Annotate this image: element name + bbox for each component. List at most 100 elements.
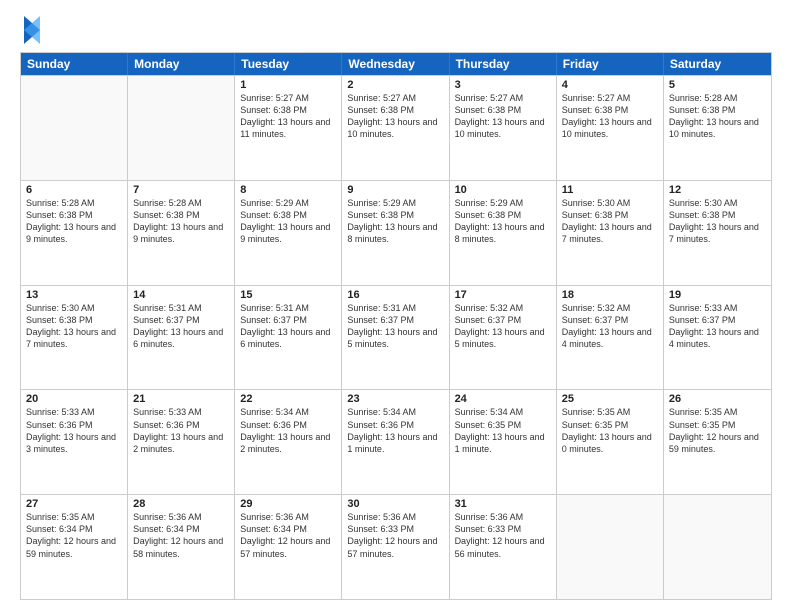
calendar-day-21: 21Sunrise: 5:33 AM Sunset: 6:36 PM Dayli… (128, 390, 235, 494)
calendar-day-29: 29Sunrise: 5:36 AM Sunset: 6:34 PM Dayli… (235, 495, 342, 599)
day-number: 26 (669, 393, 766, 405)
calendar-day-26: 26Sunrise: 5:35 AM Sunset: 6:35 PM Dayli… (664, 390, 771, 494)
calendar-day-7: 7Sunrise: 5:28 AM Sunset: 6:38 PM Daylig… (128, 181, 235, 285)
calendar-day-16: 16Sunrise: 5:31 AM Sunset: 6:37 PM Dayli… (342, 286, 449, 390)
day-info: Sunrise: 5:30 AM Sunset: 6:38 PM Dayligh… (26, 302, 122, 351)
calendar-day-24: 24Sunrise: 5:34 AM Sunset: 6:35 PM Dayli… (450, 390, 557, 494)
day-info: Sunrise: 5:27 AM Sunset: 6:38 PM Dayligh… (562, 92, 658, 141)
calendar-day-empty (21, 76, 128, 180)
calendar-day-30: 30Sunrise: 5:36 AM Sunset: 6:33 PM Dayli… (342, 495, 449, 599)
calendar-day-18: 18Sunrise: 5:32 AM Sunset: 6:37 PM Dayli… (557, 286, 664, 390)
calendar-week-5: 27Sunrise: 5:35 AM Sunset: 6:34 PM Dayli… (21, 494, 771, 599)
calendar-day-11: 11Sunrise: 5:30 AM Sunset: 6:38 PM Dayli… (557, 181, 664, 285)
calendar-day-19: 19Sunrise: 5:33 AM Sunset: 6:37 PM Dayli… (664, 286, 771, 390)
day-info: Sunrise: 5:32 AM Sunset: 6:37 PM Dayligh… (562, 302, 658, 351)
day-info: Sunrise: 5:29 AM Sunset: 6:38 PM Dayligh… (347, 197, 443, 246)
day-number: 12 (669, 184, 766, 196)
day-number: 31 (455, 498, 551, 510)
day-info: Sunrise: 5:32 AM Sunset: 6:37 PM Dayligh… (455, 302, 551, 351)
day-number: 15 (240, 289, 336, 301)
day-info: Sunrise: 5:34 AM Sunset: 6:36 PM Dayligh… (347, 406, 443, 455)
day-number: 19 (669, 289, 766, 301)
day-info: Sunrise: 5:27 AM Sunset: 6:38 PM Dayligh… (347, 92, 443, 141)
day-number: 10 (455, 184, 551, 196)
day-info: Sunrise: 5:35 AM Sunset: 6:35 PM Dayligh… (669, 406, 766, 455)
day-info: Sunrise: 5:33 AM Sunset: 6:36 PM Dayligh… (26, 406, 122, 455)
day-number: 25 (562, 393, 658, 405)
calendar-day-23: 23Sunrise: 5:34 AM Sunset: 6:36 PM Dayli… (342, 390, 449, 494)
calendar-day-1: 1Sunrise: 5:27 AM Sunset: 6:38 PM Daylig… (235, 76, 342, 180)
day-info: Sunrise: 5:33 AM Sunset: 6:37 PM Dayligh… (669, 302, 766, 351)
header-day-sunday: Sunday (21, 53, 128, 75)
day-number: 3 (455, 79, 551, 91)
day-number: 23 (347, 393, 443, 405)
day-number: 6 (26, 184, 122, 196)
day-info: Sunrise: 5:28 AM Sunset: 6:38 PM Dayligh… (669, 92, 766, 141)
day-number: 16 (347, 289, 443, 301)
calendar-week-4: 20Sunrise: 5:33 AM Sunset: 6:36 PM Dayli… (21, 389, 771, 494)
day-info: Sunrise: 5:36 AM Sunset: 6:34 PM Dayligh… (240, 511, 336, 560)
calendar-day-empty (557, 495, 664, 599)
calendar-day-12: 12Sunrise: 5:30 AM Sunset: 6:38 PM Dayli… (664, 181, 771, 285)
calendar-week-2: 6Sunrise: 5:28 AM Sunset: 6:38 PM Daylig… (21, 180, 771, 285)
calendar-day-31: 31Sunrise: 5:36 AM Sunset: 6:33 PM Dayli… (450, 495, 557, 599)
day-number: 9 (347, 184, 443, 196)
day-number: 17 (455, 289, 551, 301)
header-day-wednesday: Wednesday (342, 53, 449, 75)
calendar-day-28: 28Sunrise: 5:36 AM Sunset: 6:34 PM Dayli… (128, 495, 235, 599)
calendar-day-4: 4Sunrise: 5:27 AM Sunset: 6:38 PM Daylig… (557, 76, 664, 180)
calendar-day-25: 25Sunrise: 5:35 AM Sunset: 6:35 PM Dayli… (557, 390, 664, 494)
day-info: Sunrise: 5:36 AM Sunset: 6:34 PM Dayligh… (133, 511, 229, 560)
day-number: 13 (26, 289, 122, 301)
calendar-header-row: SundayMondayTuesdayWednesdayThursdayFrid… (21, 53, 771, 75)
day-info: Sunrise: 5:33 AM Sunset: 6:36 PM Dayligh… (133, 406, 229, 455)
calendar-day-15: 15Sunrise: 5:31 AM Sunset: 6:37 PM Dayli… (235, 286, 342, 390)
day-info: Sunrise: 5:35 AM Sunset: 6:35 PM Dayligh… (562, 406, 658, 455)
day-number: 5 (669, 79, 766, 91)
calendar-day-empty (664, 495, 771, 599)
day-number: 4 (562, 79, 658, 91)
day-number: 18 (562, 289, 658, 301)
day-number: 27 (26, 498, 122, 510)
day-info: Sunrise: 5:27 AM Sunset: 6:38 PM Dayligh… (455, 92, 551, 141)
logo-icon (22, 16, 42, 44)
calendar: SundayMondayTuesdayWednesdayThursdayFrid… (20, 52, 772, 600)
calendar-day-14: 14Sunrise: 5:31 AM Sunset: 6:37 PM Dayli… (128, 286, 235, 390)
header-day-thursday: Thursday (450, 53, 557, 75)
header-day-friday: Friday (557, 53, 664, 75)
day-info: Sunrise: 5:34 AM Sunset: 6:35 PM Dayligh… (455, 406, 551, 455)
day-info: Sunrise: 5:27 AM Sunset: 6:38 PM Dayligh… (240, 92, 336, 141)
day-info: Sunrise: 5:35 AM Sunset: 6:34 PM Dayligh… (26, 511, 122, 560)
day-number: 24 (455, 393, 551, 405)
header-day-tuesday: Tuesday (235, 53, 342, 75)
day-number: 28 (133, 498, 229, 510)
day-number: 14 (133, 289, 229, 301)
calendar-day-3: 3Sunrise: 5:27 AM Sunset: 6:38 PM Daylig… (450, 76, 557, 180)
calendar-day-27: 27Sunrise: 5:35 AM Sunset: 6:34 PM Dayli… (21, 495, 128, 599)
day-info: Sunrise: 5:36 AM Sunset: 6:33 PM Dayligh… (455, 511, 551, 560)
day-info: Sunrise: 5:34 AM Sunset: 6:36 PM Dayligh… (240, 406, 336, 455)
day-info: Sunrise: 5:28 AM Sunset: 6:38 PM Dayligh… (133, 197, 229, 246)
day-info: Sunrise: 5:31 AM Sunset: 6:37 PM Dayligh… (240, 302, 336, 351)
day-number: 2 (347, 79, 443, 91)
calendar-day-8: 8Sunrise: 5:29 AM Sunset: 6:38 PM Daylig… (235, 181, 342, 285)
calendar-day-10: 10Sunrise: 5:29 AM Sunset: 6:38 PM Dayli… (450, 181, 557, 285)
logo (20, 16, 42, 44)
day-info: Sunrise: 5:29 AM Sunset: 6:38 PM Dayligh… (455, 197, 551, 246)
day-info: Sunrise: 5:29 AM Sunset: 6:38 PM Dayligh… (240, 197, 336, 246)
day-number: 29 (240, 498, 336, 510)
day-info: Sunrise: 5:31 AM Sunset: 6:37 PM Dayligh… (347, 302, 443, 351)
day-info: Sunrise: 5:36 AM Sunset: 6:33 PM Dayligh… (347, 511, 443, 560)
header (20, 16, 772, 44)
page: SundayMondayTuesdayWednesdayThursdayFrid… (0, 0, 792, 612)
day-info: Sunrise: 5:28 AM Sunset: 6:38 PM Dayligh… (26, 197, 122, 246)
header-day-saturday: Saturday (664, 53, 771, 75)
day-number: 8 (240, 184, 336, 196)
day-info: Sunrise: 5:31 AM Sunset: 6:37 PM Dayligh… (133, 302, 229, 351)
day-number: 20 (26, 393, 122, 405)
day-info: Sunrise: 5:30 AM Sunset: 6:38 PM Dayligh… (669, 197, 766, 246)
day-number: 7 (133, 184, 229, 196)
calendar-day-13: 13Sunrise: 5:30 AM Sunset: 6:38 PM Dayli… (21, 286, 128, 390)
day-number: 21 (133, 393, 229, 405)
calendar-day-9: 9Sunrise: 5:29 AM Sunset: 6:38 PM Daylig… (342, 181, 449, 285)
